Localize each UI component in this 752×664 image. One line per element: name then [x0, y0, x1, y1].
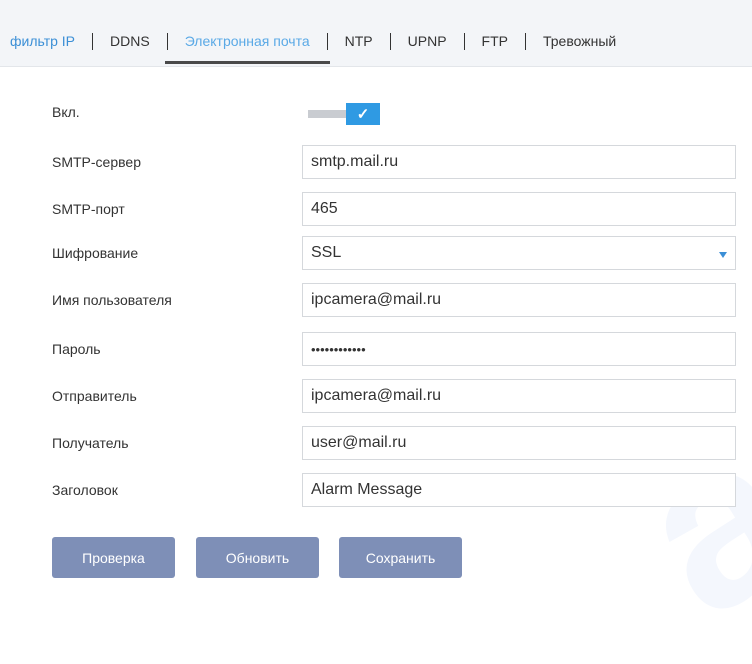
tab-separator: [166, 32, 168, 50]
tab-ntp[interactable]: NTP: [345, 33, 373, 49]
encryption-row: Шифрование SSL: [0, 236, 752, 272]
encryption-value: SSL: [311, 244, 342, 261]
subject-label: Заголовок: [52, 482, 118, 498]
tab-email[interactable]: Электронная почта: [164, 33, 330, 64]
recipient-label: Получатель: [52, 435, 129, 451]
encryption-select[interactable]: SSL: [302, 236, 736, 270]
enable-toggle[interactable]: ✓: [308, 103, 382, 125]
sender-row: Отправитель: [0, 379, 752, 415]
password-label: Пароль: [52, 341, 101, 357]
tab-separator: [463, 32, 465, 50]
toggle-track: [308, 110, 348, 118]
username-label: Имя пользователя: [52, 292, 172, 308]
tab-ftp[interactable]: FTP: [482, 33, 508, 49]
tab-alarm[interactable]: Тревожный: [543, 33, 616, 49]
tab-separator: [389, 32, 391, 50]
username-input[interactable]: [302, 283, 736, 317]
sender-label: Отправитель: [52, 388, 137, 404]
tab-separator: [525, 32, 526, 50]
smtp-server-input[interactable]: [302, 145, 736, 179]
enable-label: Вкл.: [52, 104, 80, 120]
password-row: Пароль: [0, 332, 752, 368]
password-input[interactable]: [302, 332, 736, 366]
recipient-row: Получатель: [0, 426, 752, 462]
subject-row: Заголовок: [0, 473, 752, 509]
smtp-server-label: SMTP-сервер: [52, 154, 141, 170]
email-settings-panel: a Вкл. ✓ SMTP-сервер SMTP-порт Шифровани…: [0, 67, 752, 664]
test-button[interactable]: Проверка: [52, 537, 175, 578]
smtp-port-input[interactable]: [302, 192, 736, 226]
smtp-port-row: SMTP-порт: [0, 192, 752, 228]
tab-ip-filter[interactable]: фильтр IP: [10, 33, 75, 49]
tab-ddns[interactable]: DDNS: [110, 33, 150, 49]
check-icon: ✓: [346, 103, 380, 125]
smtp-port-label: SMTP-порт: [52, 201, 125, 217]
sender-input[interactable]: [302, 379, 736, 413]
save-button[interactable]: Сохранить: [339, 537, 462, 578]
refresh-button[interactable]: Обновить: [196, 537, 319, 578]
encryption-label: Шифрование: [52, 245, 139, 261]
caret-down-icon: [719, 252, 727, 258]
username-row: Имя пользователя: [0, 283, 752, 319]
tab-bar: фильтр IP DDNS Электронная почта NTP UPN…: [0, 0, 752, 67]
recipient-input[interactable]: [302, 426, 736, 460]
tab-separator: [326, 32, 328, 50]
tab-separator: [92, 32, 94, 50]
tab-upnp[interactable]: UPNP: [408, 33, 447, 49]
tab-list: фильтр IP DDNS Электронная почта NTP UPN…: [10, 30, 616, 64]
smtp-server-row: SMTP-сервер: [0, 145, 752, 181]
enable-row: Вкл. ✓: [0, 95, 752, 131]
subject-input[interactable]: [302, 473, 736, 507]
